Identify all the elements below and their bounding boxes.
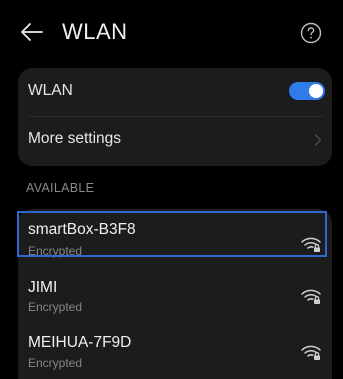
network-item-meihua-7f9d[interactable]: MEIHUA-7F9D Encrypted xyxy=(18,325,332,377)
available-networks-list: smartBox-B3F8 Encrypted JIMI Encrypted M… xyxy=(18,209,332,379)
app-bar: WLAN xyxy=(0,0,343,62)
wlan-toggle-label: WLAN xyxy=(28,82,73,99)
more-settings-label: More settings xyxy=(28,130,122,147)
chevron-right-icon xyxy=(314,134,322,146)
wlan-settings-screen: WLAN WLAN More settings AVAILABLE smartB… xyxy=(0,0,343,379)
available-section-header: AVAILABLE xyxy=(26,181,95,195)
network-name: smartBox-B3F8 xyxy=(28,221,136,238)
toggle-knob xyxy=(309,84,323,98)
page-title: WLAN xyxy=(62,19,128,44)
network-item-smartbox-b3f8[interactable]: smartBox-B3F8 Encrypted xyxy=(18,213,332,265)
wifi-locked-icon xyxy=(301,345,321,360)
wlan-toggle-switch[interactable] xyxy=(289,82,325,100)
network-item-jimi[interactable]: JIMI Encrypted xyxy=(18,271,332,323)
back-arrow-icon[interactable] xyxy=(20,22,44,42)
network-name: MEIHUA-7F9D xyxy=(28,334,132,351)
more-settings-row[interactable]: More settings xyxy=(18,117,332,166)
wlan-settings-card: WLAN More settings xyxy=(18,68,332,166)
wifi-locked-icon xyxy=(301,289,321,304)
help-icon[interactable] xyxy=(300,22,322,44)
network-status: Encrypted xyxy=(28,244,83,258)
network-status: Encrypted xyxy=(28,356,83,370)
wifi-locked-icon xyxy=(301,237,321,252)
network-name: JIMI xyxy=(28,279,58,296)
wlan-toggle-row[interactable]: WLAN xyxy=(18,68,332,116)
network-status: Encrypted xyxy=(28,300,83,314)
